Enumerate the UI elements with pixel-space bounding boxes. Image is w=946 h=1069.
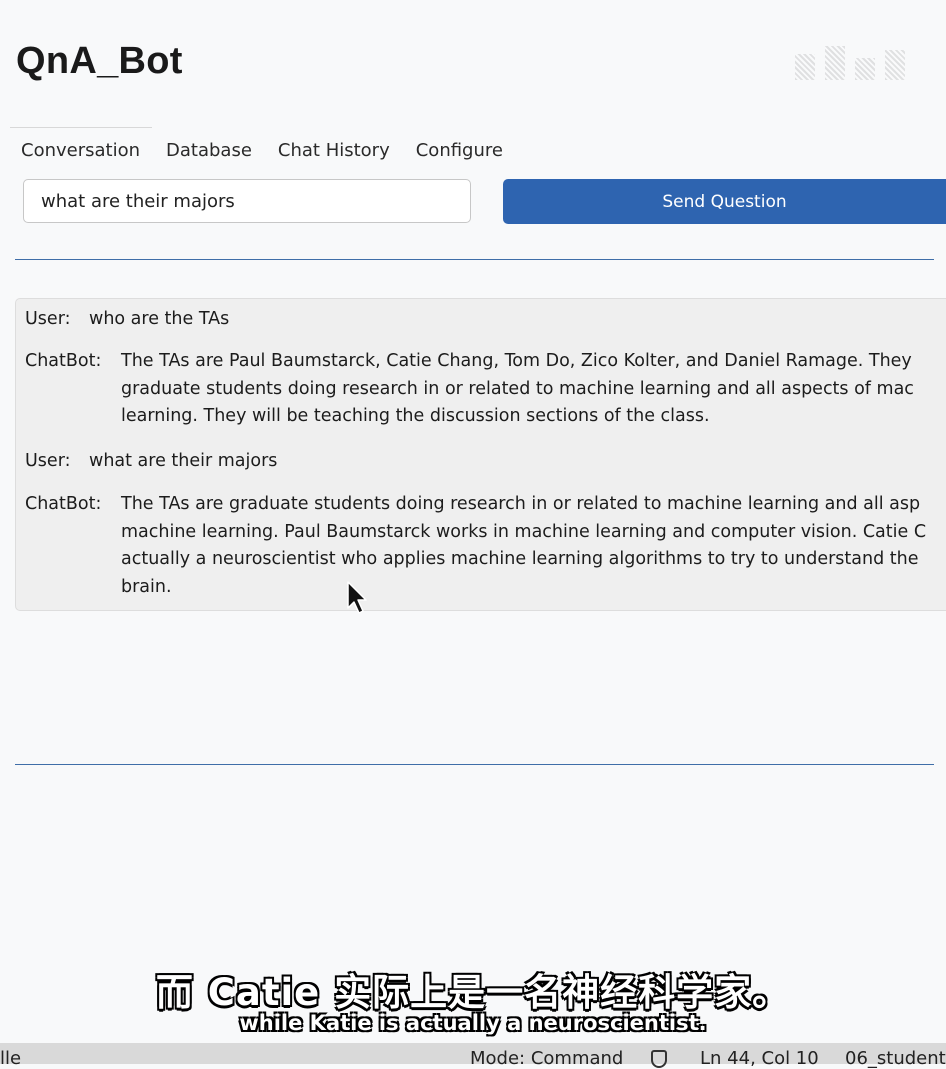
faded-logo: [795, 40, 910, 80]
message-line: The TAs are graduate students doing rese…: [121, 494, 921, 514]
subtitle-chinese: 而 Catie 实际上是一名神经科学家。: [155, 971, 791, 1014]
active-tab-indicator: [10, 127, 152, 128]
status-left-text: lle: [0, 1048, 22, 1069]
status-bar: lle Mode: Command Ln 44, Col 10 06_stude…: [0, 1043, 946, 1069]
status-cursor-position[interactable]: Ln 44, Col 10: [700, 1048, 819, 1069]
tab-conversation[interactable]: Conversation: [21, 140, 140, 161]
subtitle-english: while Katie is actually a neuroscientist…: [239, 1011, 707, 1035]
tab-configure[interactable]: Configure: [416, 140, 503, 161]
tab-database[interactable]: Database: [166, 140, 252, 161]
message-user: User: what are their majors: [25, 448, 277, 476]
mouse-pointer-icon: [347, 581, 367, 614]
bottom-divider: [15, 764, 934, 765]
message-line: graduate students doing research in or r…: [121, 378, 914, 399]
message-line: what are their majors: [89, 451, 278, 471]
conversation-panel: User: who are the TAs ChatBot: The TAs a…: [15, 298, 946, 611]
message-line: machine learning. Paul Baumstarck works …: [121, 521, 927, 542]
message-line: actually a neuroscientist who applies ma…: [121, 549, 919, 569]
speaker-label: User:: [25, 451, 71, 471]
message-user: User: who are the TAs: [25, 306, 229, 334]
message-line: learning. They will be teaching the disc…: [121, 406, 710, 426]
speaker-label: ChatBot:: [25, 494, 102, 514]
message-chatbot: ChatBot: The TAs are graduate students d…: [25, 491, 926, 601]
message-chatbot: ChatBot: The TAs are Paul Baumstarck, Ca…: [25, 348, 914, 431]
status-file-name[interactable]: 06_student: [845, 1048, 946, 1069]
status-mode[interactable]: Mode: Command: [470, 1048, 623, 1069]
speaker-label: User:: [25, 309, 71, 329]
tab-bar: Conversation Database Chat History Confi…: [21, 140, 503, 161]
question-input[interactable]: [23, 179, 471, 223]
message-line: The TAs are Paul Baumstarck, Catie Chang…: [121, 351, 912, 371]
message-line: brain.: [121, 576, 172, 597]
app-title: QnA_Bot: [16, 40, 183, 82]
send-question-button[interactable]: Send Question: [503, 179, 946, 224]
tab-chat-history[interactable]: Chat History: [278, 140, 390, 161]
message-line: who are the TAs: [89, 309, 230, 329]
shield-check-icon[interactable]: [651, 1050, 667, 1068]
top-divider: [15, 259, 934, 260]
speaker-label: ChatBot:: [25, 351, 102, 371]
